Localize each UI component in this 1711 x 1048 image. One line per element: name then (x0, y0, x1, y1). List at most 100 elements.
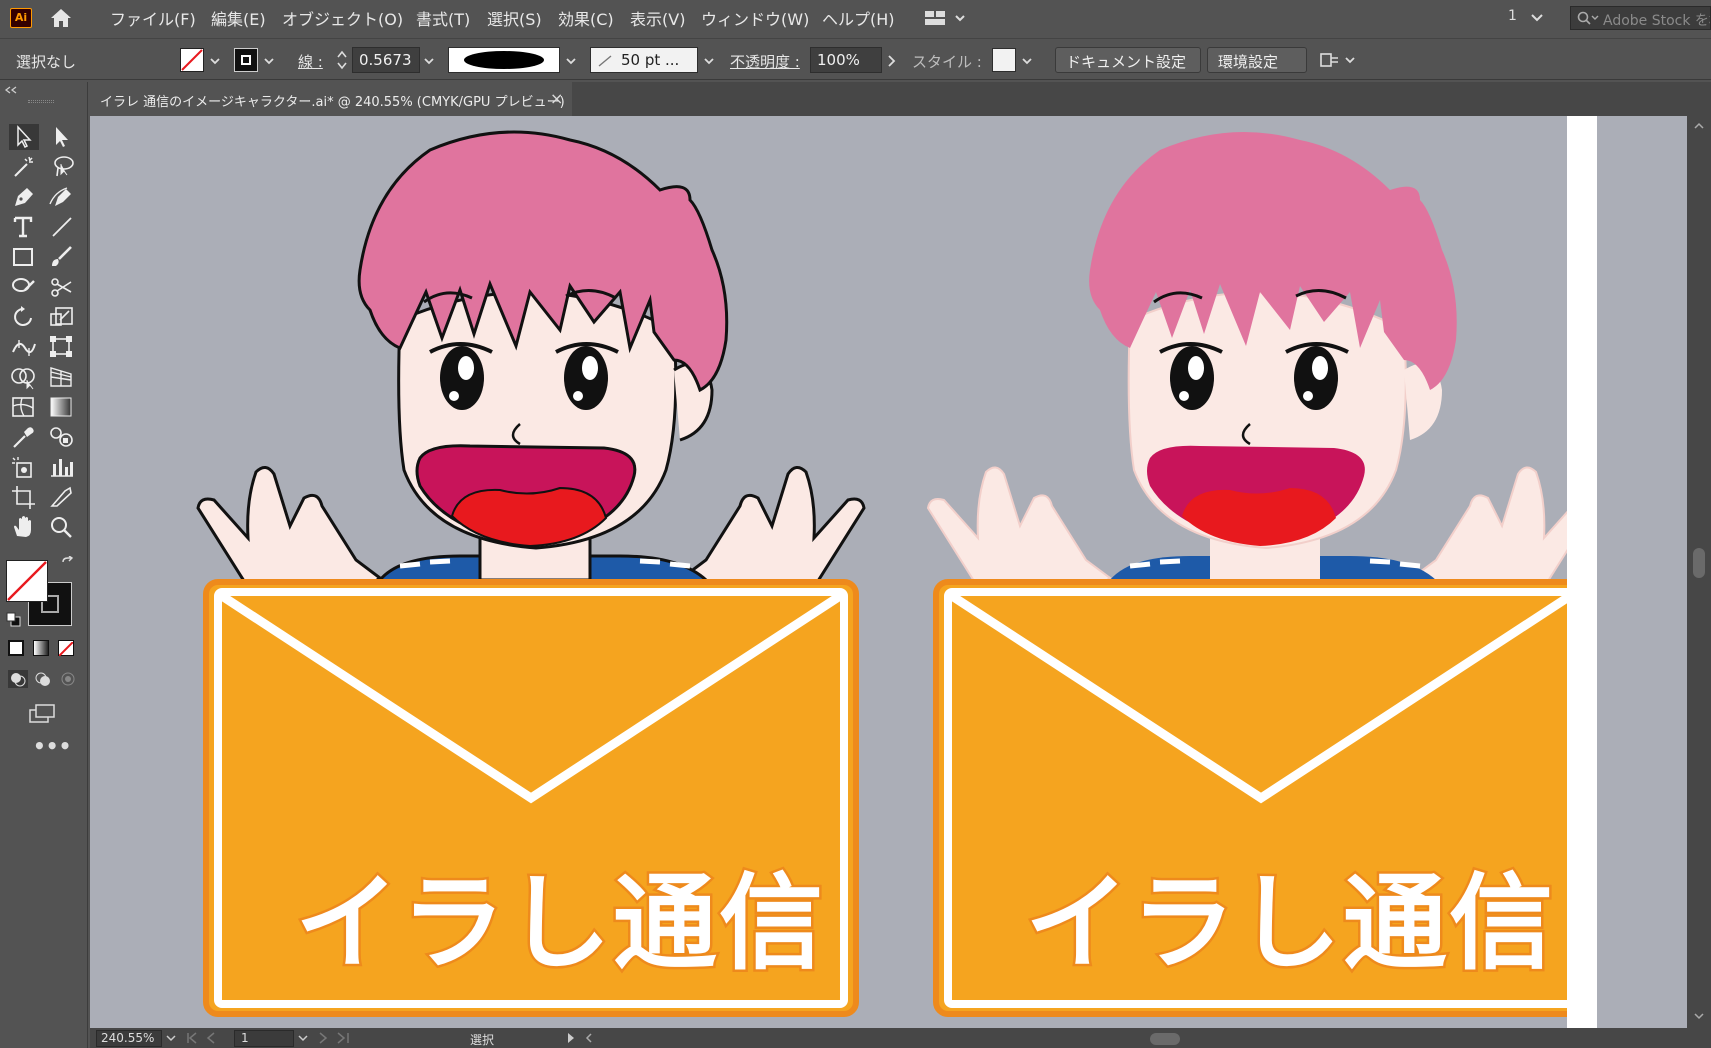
scale-tool[interactable] (47, 304, 77, 330)
artboard-canvas[interactable]: イラし通信 イラし通信 (90, 116, 1687, 1028)
color-mode-button[interactable] (8, 640, 24, 656)
chevron-down-icon[interactable] (566, 56, 576, 66)
status-bar: 240.55% 1 選択 (90, 1028, 1711, 1048)
close-icon[interactable]: × (550, 89, 563, 108)
lasso-tool[interactable] (47, 154, 77, 180)
draw-normal-icon[interactable] (8, 670, 28, 688)
menu-bar: Ai ファイル(F) 編集(E) オブジェクト(O) 書式(T) 選択(S) 効… (0, 0, 1711, 36)
sign-text-right: イラし通信 (1022, 860, 1555, 987)
chevron-down-icon[interactable] (1693, 1012, 1705, 1020)
paintbrush-tool[interactable] (47, 244, 77, 270)
symbol-sprayer-tool[interactable] (9, 454, 39, 480)
stroke-weight-input[interactable]: 0.5673 (352, 47, 420, 73)
menu-help[interactable]: ヘルプ(H) (822, 6, 895, 30)
workspace-switcher-icon[interactable] (924, 8, 968, 32)
opacity-input[interactable]: 100% (810, 47, 882, 73)
blend-tool[interactable] (47, 424, 77, 450)
eyedropper-tool[interactable] (9, 424, 39, 450)
chevron-down-icon[interactable] (166, 1034, 176, 1042)
document-tab[interactable]: イラレ 通信のイメージキャラクター.ai* @ 240.55% (CMYK/GP… (90, 82, 572, 116)
document-settings-button[interactable]: ドキュメント設定 (1055, 47, 1201, 73)
draw-inside-icon[interactable] (58, 670, 78, 688)
zoom-tool[interactable] (47, 514, 77, 540)
chevron-down-icon[interactable] (1530, 12, 1544, 24)
menu-select[interactable]: 選択(S) (487, 6, 542, 30)
gradient-mode-button[interactable] (33, 640, 49, 656)
free-transform-tool[interactable] (47, 334, 77, 360)
brush-definition[interactable]: 50 pt ... (590, 47, 698, 73)
vertical-scrollbar[interactable] (1687, 116, 1711, 1028)
chevron-left-icon[interactable] (584, 1032, 594, 1044)
swap-fill-stroke-icon[interactable] (60, 556, 76, 572)
rotate-tool[interactable] (9, 304, 39, 330)
chevron-right-icon[interactable] (886, 55, 896, 67)
menu-type[interactable]: 書式(T) (416, 6, 470, 30)
magic-wand-tool[interactable] (9, 154, 39, 180)
artboard-number-input[interactable]: 1 (234, 1030, 294, 1047)
column-graph-tool[interactable] (47, 454, 77, 480)
menu-window[interactable]: ウィンドウ(W) (701, 6, 809, 30)
slice-tool[interactable] (47, 484, 77, 510)
line-segment-tool[interactable] (47, 214, 77, 240)
shape-builder-tool[interactable] (9, 364, 39, 390)
shaper-tool[interactable] (9, 274, 39, 300)
graphic-style-swatch[interactable] (992, 48, 1016, 72)
fill-swatch[interactable] (180, 48, 204, 72)
chevron-down-icon[interactable] (298, 1034, 308, 1042)
edit-toolbar-icon[interactable]: ••• (33, 734, 71, 758)
none-mode-button[interactable] (58, 640, 74, 657)
brush-line-icon (598, 55, 612, 67)
direct-selection-tool[interactable] (47, 124, 77, 150)
brush-value: 50 pt ... (621, 51, 680, 69)
opacity-label[interactable]: 不透明度 : (730, 51, 800, 72)
chevron-down-icon[interactable] (424, 56, 434, 66)
rectangle-tool[interactable] (9, 244, 39, 270)
horizontal-scroll-thumb[interactable] (1150, 1033, 1180, 1045)
artboard-tool[interactable] (9, 484, 39, 510)
menu-edit[interactable]: 編集(E) (211, 6, 266, 30)
pen-tool[interactable] (9, 184, 39, 210)
paintbrush-icon (52, 246, 72, 266)
chevron-up-icon[interactable] (1693, 122, 1705, 130)
screen-mode-icon[interactable] (28, 702, 58, 726)
status-menu-arrow-icon[interactable] (566, 1032, 576, 1044)
chevron-down-icon[interactable] (210, 56, 220, 66)
stroke-label[interactable]: 線 : (298, 51, 323, 72)
preferences-button[interactable]: 環境設定 (1207, 47, 1307, 73)
mesh-tool[interactable] (9, 394, 39, 420)
selection-tool[interactable] (9, 124, 39, 150)
menu-effect[interactable]: 効果(C) (558, 6, 614, 30)
home-icon[interactable] (48, 6, 74, 30)
vertical-scroll-thumb[interactable] (1693, 548, 1705, 578)
stroke-stepper-icon[interactable] (336, 48, 348, 72)
menu-object[interactable]: オブジェクト(O) (282, 6, 403, 30)
curvature-tool[interactable] (47, 184, 77, 210)
scissors-tool[interactable] (47, 274, 77, 300)
collapse-panel-icon[interactable] (4, 86, 18, 94)
search-placeholder: Adobe Stock を検索 (1603, 13, 1710, 29)
chevron-down-icon[interactable] (264, 56, 274, 66)
next-last-artboard-icon[interactable] (316, 1031, 360, 1045)
zoom-level-input[interactable]: 240.55% (96, 1030, 162, 1047)
arrange-page-value[interactable]: 1 (1508, 8, 1517, 24)
gradient-tool[interactable] (47, 394, 77, 420)
arrange-documents-icon[interactable] (1318, 50, 1358, 72)
type-tool[interactable] (9, 214, 39, 240)
width-tool[interactable] (9, 334, 39, 360)
adobe-stock-search-input[interactable]: Adobe Stock を検索 (1570, 6, 1711, 30)
fill-color-box[interactable] (6, 560, 48, 602)
hand-tool[interactable] (9, 514, 39, 540)
style-label: スタイル : (912, 53, 982, 71)
stroke-swatch[interactable] (234, 48, 258, 72)
menu-file[interactable]: ファイル(F) (110, 6, 196, 30)
chevron-down-icon[interactable] (704, 56, 714, 66)
default-fill-stroke-icon[interactable] (6, 612, 22, 628)
draw-behind-icon[interactable] (33, 670, 53, 688)
first-previous-artboard-icon[interactable] (186, 1031, 230, 1045)
panel-grip[interactable] (28, 100, 54, 103)
variable-width-profile[interactable] (448, 47, 560, 73)
chevron-down-icon[interactable] (1022, 56, 1032, 66)
hand-icon (14, 516, 31, 537)
perspective-grid-tool[interactable] (47, 364, 77, 390)
menu-view[interactable]: 表示(V) (630, 6, 685, 30)
